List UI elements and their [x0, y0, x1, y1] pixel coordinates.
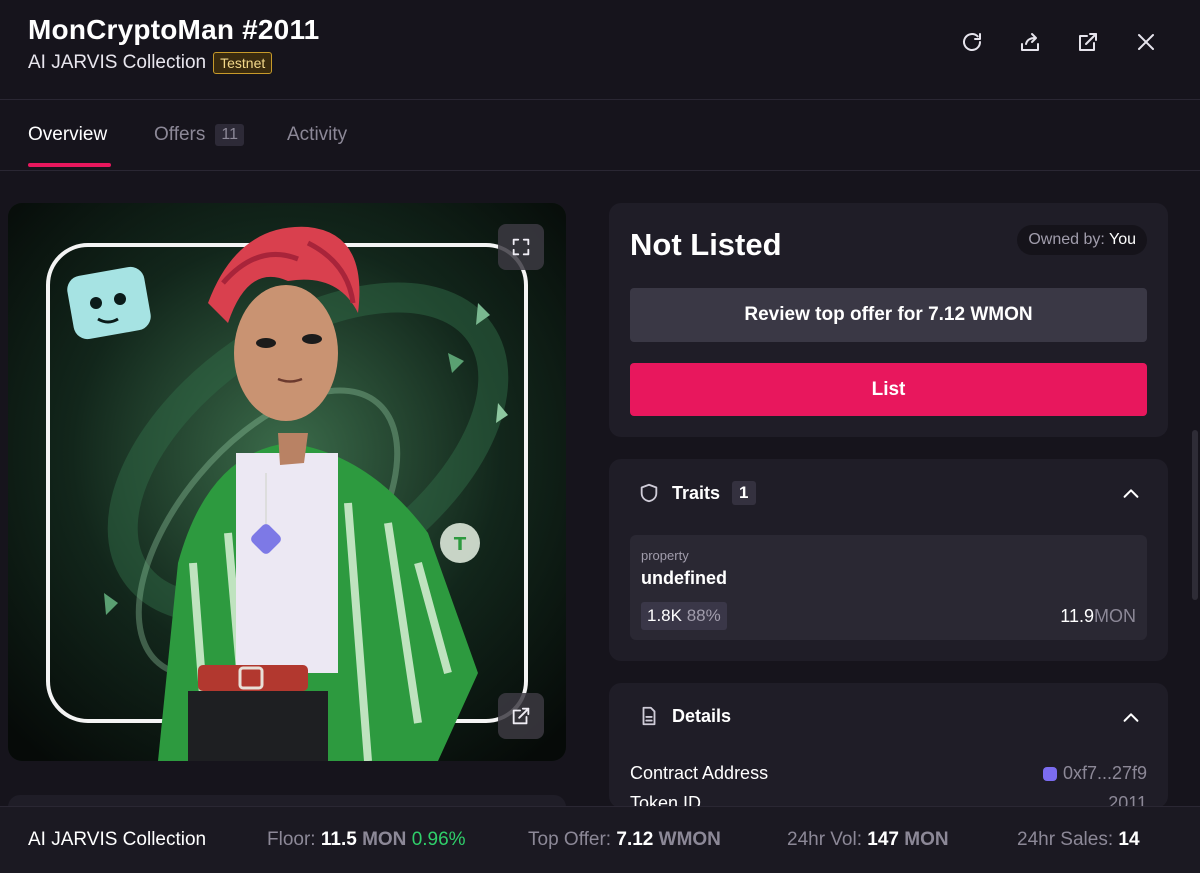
traits-title: Traits: [672, 482, 721, 503]
offers-count-badge: 11: [215, 124, 244, 146]
header-actions: [958, 28, 1160, 56]
top-offer-label: Top Offer:: [528, 829, 612, 850]
tab-offers-label: Offers: [154, 124, 206, 145]
top-offer-value: 7.12: [616, 829, 654, 850]
document-icon: [642, 706, 656, 726]
active-tab-indicator: [28, 163, 111, 167]
chain-icon: [1042, 766, 1057, 781]
scrollbar[interactable]: [1192, 430, 1198, 600]
tab-activity[interactable]: Activity: [287, 124, 347, 146]
sales-label: 24hr Sales:: [1017, 829, 1114, 850]
trait-value: undefined: [641, 568, 727, 588]
refresh-icon: [963, 33, 981, 51]
trait-price-unit: MON: [1094, 606, 1136, 626]
fullscreen-button[interactable]: [498, 224, 544, 270]
nft-image-card: T: [8, 203, 566, 761]
contract-address-link[interactable]: 0xf7...27f9: [1042, 763, 1147, 784]
footer-collection-name[interactable]: AI JARVIS Collection: [28, 829, 206, 851]
traits-card: Traits 1 property undefined 1.8K 88% 11.…: [609, 459, 1168, 661]
close-icon: [1138, 34, 1154, 50]
nft-title: MonCryptoMan #2011: [28, 14, 320, 45]
nft-artwork: T: [8, 203, 566, 761]
trait-rarity-badge: 1.8K 88%: [641, 602, 727, 630]
expand-icon: [512, 238, 530, 256]
floor-label: Floor:: [267, 829, 316, 850]
sales-value: 14: [1118, 829, 1140, 850]
details-header[interactable]: Details: [638, 705, 731, 727]
volume-unit: MON: [904, 829, 949, 850]
external-link-icon: [512, 707, 530, 725]
external-link-icon: [1079, 33, 1097, 51]
refresh-button[interactable]: [958, 28, 986, 56]
listing-status: Not Listed: [630, 227, 782, 262]
header: MonCryptoMan #2011 AI JARVIS Collection …: [0, 0, 1200, 100]
volume-value: 147: [867, 829, 899, 850]
top-offer-stat: Top Offer: 7.12 WMON: [528, 829, 721, 851]
share-icon: [1021, 33, 1039, 51]
traits-count-badge: 1: [732, 481, 756, 505]
details-card: Details Contract Address 0xf7...27f9 Tok…: [609, 683, 1168, 808]
owned-by-label: Owned by:: [1028, 231, 1105, 248]
volume-label: 24hr Vol:: [787, 829, 862, 850]
detail-row-contract: Contract Address 0xf7...27f9: [630, 763, 1147, 784]
details-title: Details: [672, 705, 732, 726]
trait-percent: 88%: [686, 606, 721, 625]
traits-collapse-toggle[interactable]: [1120, 483, 1142, 505]
trait-item[interactable]: property undefined 1.8K 88% 11.9MON: [630, 535, 1147, 640]
collection-stats-bar: AI JARVIS Collection Floor: 11.5 MON 0.9…: [0, 806, 1200, 873]
tab-activity-label: Activity: [287, 124, 348, 145]
open-media-button[interactable]: [498, 693, 544, 739]
floor-stat: Floor: 11.5 MON 0.96%: [267, 829, 466, 851]
svg-text:T: T: [454, 534, 467, 555]
traits-header[interactable]: Traits 1: [638, 481, 756, 505]
owned-by-value: You: [1109, 231, 1136, 248]
collection-subtitle: AI JARVIS Collection Testnet: [28, 52, 273, 74]
listing-card: Not Listed Owned by: You Review top offe…: [609, 203, 1168, 437]
chevron-up-icon: [1123, 489, 1139, 498]
detail-label: Contract Address: [630, 763, 769, 783]
review-offer-button[interactable]: Review top offer for 7.12 WMON: [630, 288, 1147, 342]
tab-bar: Overview Offers 11 Activity: [0, 100, 1200, 171]
close-button[interactable]: [1132, 28, 1160, 56]
details-collapse-toggle[interactable]: [1120, 707, 1142, 729]
trait-floor-price: 11.9MON: [1060, 606, 1136, 627]
collection-link[interactable]: AI JARVIS Collection: [28, 52, 206, 74]
tab-overview[interactable]: Overview: [28, 124, 107, 146]
tab-overview-label: Overview: [28, 124, 108, 145]
floor-value: 11.5: [320, 829, 357, 850]
detail-value: 0xf7...27f9: [1062, 763, 1147, 783]
trait-price-value: 11.9: [1060, 606, 1094, 626]
share-button[interactable]: [1016, 28, 1044, 56]
trait-count: 1.8K: [647, 606, 682, 625]
floor-unit: MON: [362, 829, 407, 850]
list-button[interactable]: List: [630, 363, 1147, 416]
trait-type: property: [641, 548, 689, 563]
floor-change: 0.96%: [411, 829, 466, 850]
open-external-button[interactable]: [1074, 28, 1102, 56]
volume-stat: 24hr Vol: 147 MON: [787, 829, 949, 851]
shield-icon: [640, 483, 658, 503]
sales-stat: 24hr Sales: 14: [1017, 829, 1140, 851]
testnet-badge: Testnet: [213, 52, 273, 74]
owned-by-pill: Owned by: You: [1017, 225, 1147, 255]
nft-detail-panel: MonCryptoMan #2011 AI JARVIS Collection …: [0, 0, 1200, 873]
top-offer-unit: WMON: [658, 829, 721, 850]
tab-offers[interactable]: Offers 11: [154, 124, 244, 146]
chevron-up-icon: [1123, 713, 1139, 722]
